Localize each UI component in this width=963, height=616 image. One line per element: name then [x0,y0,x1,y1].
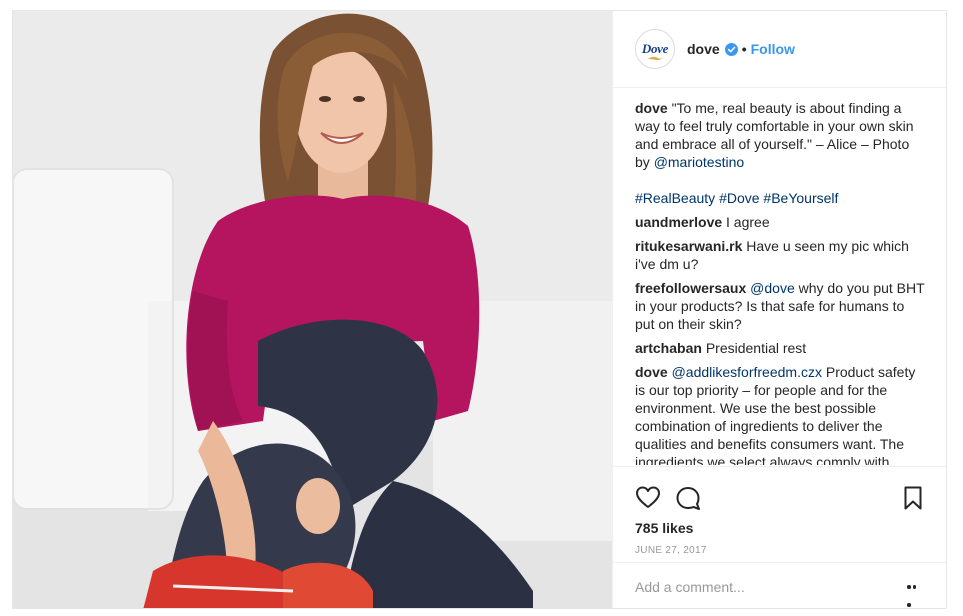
instagram-post: Dove dove • Follow dove "To me, real bea… [12,10,947,609]
hashtag-beyourself[interactable]: #BeYourself [763,190,838,206]
comment-username[interactable]: uandmerlove [635,214,722,230]
post-side-panel: Dove dove • Follow dove "To me, real bea… [612,11,946,608]
like-button[interactable] [635,485,661,511]
comment-username[interactable]: freefollowersaux [635,280,746,296]
comment-text: I agree [726,214,770,230]
comment-item: uandmerlove I agree [635,213,925,231]
post-date: JUNE 27, 2017 [635,545,707,556]
hashtags-line: #RealBeauty #Dove #BeYourself [635,189,925,207]
comment-item: ritukesarwani.rk Have u seen my pic whic… [635,237,925,273]
comments-list[interactable]: dove "To me, real beauty is about findin… [635,99,925,465]
separator-dot: • [741,41,747,57]
comment-username[interactable]: ritukesarwani.rk [635,238,742,254]
comment-text: Presidential rest [705,340,807,356]
more-options-icon[interactable] [907,585,923,607]
caption-mention[interactable]: @mariotestino [654,154,744,170]
comment-item: artchaban Presidential rest [635,339,925,357]
post-actions: 785 likes JUNE 27, 2017 [613,466,946,608]
add-comment-bar [613,562,946,608]
post-photo[interactable] [13,11,612,608]
hashtag-dove[interactable]: #Dove [719,190,759,206]
author-username[interactable]: dove [687,41,720,57]
follow-button[interactable]: Follow [751,41,795,57]
avatar[interactable]: Dove [635,29,675,69]
heart-icon [636,486,660,508]
comment-mention[interactable]: @dove [750,280,795,296]
save-button[interactable] [900,485,926,511]
dove-bird-icon [648,56,664,61]
comment-item: dove @addlikesforfreedm.czx Product safe… [635,363,925,465]
more-dot [907,585,911,589]
verified-badge-icon [724,42,738,56]
post-header: Dove dove • Follow [613,11,946,88]
comment-username[interactable]: dove [635,364,668,380]
post-caption: dove "To me, real beauty is about findin… [635,99,925,171]
bookmark-icon [904,486,922,510]
likes-count[interactable]: 785 likes [635,520,693,536]
more-dot [912,585,916,589]
caption-username[interactable]: dove [635,100,668,116]
comment-username[interactable]: artchaban [635,340,702,356]
comment-button[interactable] [675,485,701,511]
comment-item: freefollowersaux @dove why do you put BH… [635,279,925,333]
speech-bubble-icon [676,487,700,510]
hashtag-realbeauty[interactable]: #RealBeauty [635,190,715,206]
more-dot [907,603,911,607]
comment-mention[interactable]: @addlikesforfreedm.czx [672,364,822,380]
comment-input[interactable] [635,577,885,597]
photo-illustration [13,11,612,608]
